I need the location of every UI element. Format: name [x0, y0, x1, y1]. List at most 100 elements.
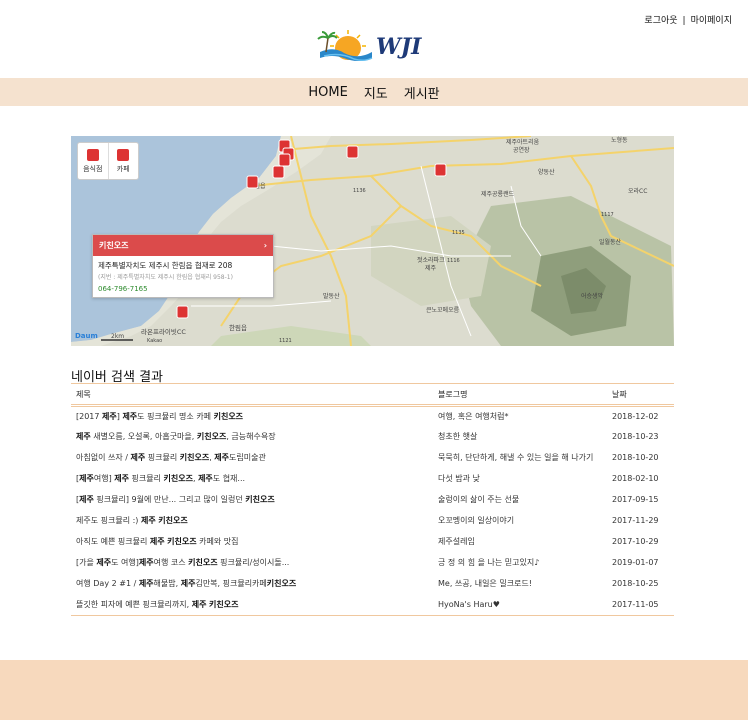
- post-title-link[interactable]: [제주 핑크뮬리] 9월에 만난... 그리고 많이 일렁던 키친오즈: [71, 490, 433, 511]
- highlight-keyword: 키친오즈: [245, 495, 275, 504]
- title-text: 도 여행]: [111, 558, 139, 567]
- table-row[interactable]: 아직도 예쁜 핑크뮬리 제주 키친오즈 카페와 맛집 제주설레임 2017-10-2…: [71, 532, 674, 553]
- footer: [0, 660, 748, 720]
- logo-text: WJI: [376, 34, 422, 60]
- restaurant-toggle[interactable]: 음식점: [78, 143, 109, 179]
- map-label: 제주아트리움: [506, 138, 540, 146]
- highlight-keyword: 제주: [149, 537, 165, 546]
- post-title-link[interactable]: [제주여행] 제주 핑크뮬리 키친오즈, 제주도 협재...: [71, 469, 433, 490]
- table-row[interactable]: 제주도 핑크뮬리 :) 제주 키친오즈 오꼬멩이의 일상이야기 2017-11-29: [71, 511, 674, 532]
- info-address: 제주특별자치도 제주시 한림읍 협재로 208: [98, 261, 233, 270]
- table-row[interactable]: [가을 제주도 여행]제주여행 코스 키친오즈 핑크뮬리/성이시돌... 긍 정 …: [71, 553, 674, 574]
- highlight-keyword: 키친오즈: [213, 411, 244, 421]
- title-text: 도 핑크뮬리 명소 카페: [137, 411, 214, 421]
- map-label: 일월동산: [599, 238, 622, 246]
- highlight-keyword: 제주: [79, 495, 94, 504]
- blog-name: 긍 정 의 힘 을 나는 믿고있지♪: [438, 558, 540, 567]
- post-date: 2017-09-15: [612, 495, 659, 504]
- highlight-keyword: 제주: [130, 453, 146, 462]
- col-title: 제목: [71, 383, 433, 407]
- map-label: 젓소라파크: [417, 256, 445, 264]
- title-text: 아직도 예쁜 핑크뮬리: [76, 537, 150, 546]
- post-date: 2017-10-29: [612, 537, 659, 546]
- table-row[interactable]: [2017 제주] 제주도 핑크뮬리 명소 카페 키친오즈 여행, 혹은 여행처럼…: [71, 406, 674, 427]
- title-text: , 금능해수욕장: [226, 432, 276, 441]
- post-title-link[interactable]: 제주 새별오름, 오설록, 아홉굿마을, 키친오즈, 금능해수욕장: [71, 427, 433, 448]
- post-date: 2018-12-02: [612, 411, 659, 421]
- map-label: 공연장: [513, 146, 530, 154]
- menu-home[interactable]: HOME: [308, 85, 347, 100]
- blog-name: 여행, 혹은 여행처럼*: [438, 411, 509, 421]
- road-number: 1135: [452, 230, 465, 236]
- post-date: 2018-10-25: [612, 579, 659, 588]
- road-number: 1116: [447, 258, 460, 264]
- map-label: 한림읍: [229, 324, 247, 332]
- title-text: 제주도 핑크뮬리 :): [76, 516, 141, 525]
- post-title-link[interactable]: [2017 제주] 제주도 핑크뮬리 명소 카페 키친오즈: [71, 406, 433, 427]
- cafe-toggle[interactable]: 카페: [109, 143, 139, 179]
- post-title-link[interactable]: 뜰깃한 피자에 예쁜 핑크뮬리까지, 제주 키친오즈: [71, 594, 433, 616]
- restaurant-label: 음식점: [83, 164, 103, 173]
- highlight-keyword: 제주: [76, 432, 91, 441]
- info-phone[interactable]: 064-796-7165: [93, 281, 273, 293]
- highlight-keyword: 제주: [96, 558, 112, 567]
- cafe-marker-icon: [278, 153, 291, 167]
- chevron-right-icon[interactable]: ›: [264, 241, 267, 250]
- post-title-link[interactable]: 아직도 예쁜 핑크뮬리 제주 키친오즈 카페와 맛집: [71, 532, 433, 553]
- highlight-keyword: 키친오즈: [188, 558, 218, 567]
- results-table: 제목 블로그명 날짜 [2017 제주] 제주도 핑크뮬리 명소 카페 키친오즈…: [71, 383, 674, 616]
- title-text: 아침없이 쓰자 /: [76, 453, 131, 462]
- post-date: 2019-01-07: [612, 558, 659, 567]
- map-label: 제주: [425, 264, 437, 272]
- table-row[interactable]: [제주여행] 제주 핑크뮬리 키친오즈, 제주도 협재... 다섯 밤과 낮 201…: [71, 469, 674, 490]
- map-label: 노형동: [611, 136, 628, 144]
- cafe-label: 카페: [116, 164, 130, 173]
- post-date: 2017-11-05: [607, 594, 674, 616]
- site-logo[interactable]: WJI: [314, 26, 434, 66]
- info-jibun: (지번 : 제주특별자치도 제주시 한림읍 협재리 958-1): [98, 274, 233, 281]
- info-header[interactable]: 키친오즈 ›: [93, 235, 273, 256]
- blog-name: 제주설레임: [438, 537, 475, 546]
- highlight-keyword: 제주: [114, 474, 129, 483]
- menu-board[interactable]: 게시판: [404, 83, 440, 102]
- cafe-marker-icon: [246, 175, 259, 189]
- mypage-link[interactable]: 마이페이지: [691, 16, 732, 26]
- map-view[interactable]: 제주아트리움 공연장 노형동 양동산 오라CC 제주공룡랜드 일월동산 애월읍 …: [71, 136, 674, 346]
- map-label: 양동산: [538, 168, 555, 176]
- post-date: 2018-10-20: [612, 453, 659, 462]
- highlight-keyword: 제주: [180, 579, 196, 588]
- page: 로그아웃 | 마이페이지 WJI HOME 지도 게시판 제주아트리움 공연장 …: [0, 0, 748, 720]
- highlight-keyword: 키친오즈: [209, 599, 239, 609]
- blog-name: 술렁이의 삶이 주는 선물: [438, 495, 520, 504]
- map-label: 어승생악: [581, 292, 604, 300]
- title-text: 핑크뮬리] 9월에 만난... 그리고 많이 일렁던: [93, 495, 246, 504]
- title-text: 핑크뮬리/성이시돌...: [217, 558, 290, 567]
- post-title-link[interactable]: 제주도 핑크뮬리 :) 제주 키친오즈: [71, 511, 433, 532]
- post-title-link[interactable]: 아침없이 쓰자 / 제주 핑크뮬리 키친오즈, 제주도립미술관: [71, 448, 433, 469]
- scale-label: 2km: [111, 333, 124, 340]
- blog-name: 다섯 밤과 낮: [438, 474, 480, 483]
- logout-link[interactable]: 로그아웃: [644, 16, 677, 26]
- post-title-link[interactable]: 여행 Day 2 #1 / 제주해물밥, 제주김만복, 핑크뮬리카페키친오즈: [71, 574, 433, 595]
- blog-name: 청초한 햇살: [438, 432, 478, 441]
- col-blog: 블로그명: [433, 383, 607, 407]
- col-date: 날짜: [607, 383, 674, 407]
- post-title-link[interactable]: [가을 제주도 여행]제주여행 코스 키친오즈 핑크뮬리/성이시돌...: [71, 553, 433, 574]
- table-row[interactable]: 뜰깃한 피자에 예쁜 핑크뮬리까지, 제주 키친오즈 HyoNa's Haru♥ 2…: [71, 594, 674, 616]
- road-number: 1121: [279, 338, 292, 344]
- title-text: 여행 Day 2 #1 /: [76, 579, 139, 588]
- highlight-keyword: 제주: [138, 558, 154, 567]
- menu-map[interactable]: 지도: [364, 83, 388, 102]
- place-info-window[interactable]: 키친오즈 › 제주특별자치도 제주시 한림읍 협재로 208 (지번 : 제주특…: [92, 234, 274, 298]
- highlight-keyword: 제주: [140, 516, 156, 525]
- table-row[interactable]: 제주 새별오름, 오설록, 아홉굿마을, 키친오즈, 금능해수욕장 청초한 햇살 2…: [71, 427, 674, 448]
- title-text: 해물밥,: [153, 579, 181, 588]
- title-text: 핑크뮬리: [145, 453, 180, 462]
- daum-logo: Daum: [75, 332, 98, 340]
- title-text: 새별오름, 오설록, 아홉굿마을,: [90, 432, 197, 441]
- table-row[interactable]: 여행 Day 2 #1 / 제주해물밥, 제주김만복, 핑크뮬리카페키친오즈 Me…: [71, 574, 674, 595]
- title-text: [2017: [76, 411, 103, 421]
- category-toggle: 음식점 카페: [77, 142, 139, 180]
- table-row[interactable]: 아침없이 쓰자 / 제주 핑크뮬리 키친오즈, 제주도립미술관 묵묵히, 단단하게…: [71, 448, 674, 469]
- table-row[interactable]: [제주 핑크뮬리] 9월에 만난... 그리고 많이 일렁던 키친오즈 술렁이의 …: [71, 490, 674, 511]
